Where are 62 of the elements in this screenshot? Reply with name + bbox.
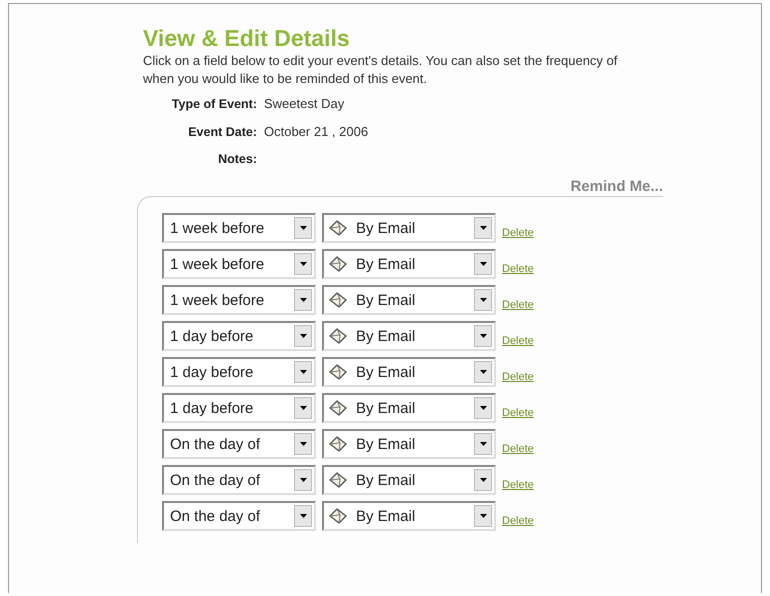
method-dropdown[interactable]: By Email bbox=[322, 429, 496, 459]
caret-icon bbox=[474, 469, 492, 491]
envelope-icon bbox=[328, 327, 348, 345]
method-dropdown[interactable]: By Email bbox=[322, 213, 496, 243]
timing-dropdown[interactable]: 1 week before bbox=[162, 285, 316, 315]
delete-link[interactable]: Delete bbox=[502, 371, 534, 383]
caret-icon bbox=[474, 289, 492, 311]
delete-link[interactable]: Delete bbox=[502, 227, 534, 239]
method-dropdown[interactable]: By Email bbox=[322, 393, 496, 423]
delete-link[interactable]: Delete bbox=[502, 335, 534, 347]
caret-icon bbox=[294, 217, 312, 239]
envelope-icon bbox=[328, 363, 348, 381]
caret-icon bbox=[474, 253, 492, 275]
field-label: Event Date: bbox=[187, 125, 257, 139]
method-dropdown[interactable]: By Email bbox=[322, 465, 496, 495]
caret-icon bbox=[474, 397, 492, 419]
caret-icon bbox=[474, 361, 492, 383]
caret-icon bbox=[294, 325, 312, 347]
caret-icon bbox=[294, 397, 312, 419]
method-dropdown[interactable]: By Email bbox=[322, 249, 496, 279]
timing-dropdown[interactable]: 1 day before bbox=[162, 393, 316, 423]
field-label: Notes: bbox=[217, 152, 257, 166]
caret-icon bbox=[294, 289, 312, 311]
envelope-icon bbox=[328, 399, 348, 417]
caret-icon bbox=[294, 505, 312, 527]
timing-dropdown[interactable]: On the day of bbox=[162, 429, 316, 459]
field-label: Type of Event: bbox=[170, 97, 257, 111]
timing-dropdown[interactable]: 1 week before bbox=[162, 213, 316, 243]
method-dropdown[interactable]: By Email bbox=[322, 501, 496, 531]
delete-link[interactable]: Delete bbox=[502, 299, 534, 311]
caret-icon bbox=[294, 361, 312, 383]
timing-dropdown[interactable]: On the day of bbox=[162, 501, 316, 531]
envelope-icon bbox=[328, 471, 348, 489]
caret-icon bbox=[474, 217, 492, 239]
envelope-icon bbox=[328, 291, 348, 309]
caret-icon bbox=[474, 433, 492, 455]
delete-link[interactable]: Delete bbox=[502, 515, 534, 527]
caret-icon bbox=[474, 505, 492, 527]
envelope-icon bbox=[328, 255, 348, 273]
timing-dropdown[interactable]: 1 day before bbox=[162, 357, 316, 387]
timing-dropdown[interactable]: On the day of bbox=[162, 465, 316, 495]
method-dropdown[interactable]: By Email bbox=[322, 321, 496, 351]
page-heading: View & Edit Details bbox=[143, 24, 351, 52]
section-title: Remind Me... bbox=[570, 178, 663, 195]
delete-link[interactable]: Delete bbox=[502, 479, 534, 491]
envelope-icon bbox=[328, 219, 348, 237]
method-dropdown[interactable]: By Email bbox=[322, 357, 496, 387]
caret-icon bbox=[294, 253, 312, 275]
envelope-icon bbox=[328, 435, 348, 453]
timing-dropdown[interactable]: 1 day before bbox=[162, 321, 316, 351]
field-value[interactable]: October 21 , 2006 bbox=[264, 124, 368, 139]
caret-icon bbox=[474, 325, 492, 347]
intro-text: Click on a field below to edit your event's details. You can also set the frequency of when you would like to be reminded of this event. bbox=[143, 52, 618, 88]
delete-link[interactable]: Delete bbox=[502, 263, 534, 275]
field-value[interactable]: Sweetest Day bbox=[264, 96, 344, 111]
delete-link[interactable]: Delete bbox=[502, 407, 534, 419]
delete-link[interactable]: Delete bbox=[502, 443, 534, 455]
method-dropdown[interactable]: By Email bbox=[322, 285, 496, 315]
timing-dropdown[interactable]: 1 week before bbox=[162, 249, 316, 279]
caret-icon bbox=[294, 469, 312, 491]
caret-icon bbox=[294, 433, 312, 455]
envelope-icon bbox=[328, 507, 348, 525]
